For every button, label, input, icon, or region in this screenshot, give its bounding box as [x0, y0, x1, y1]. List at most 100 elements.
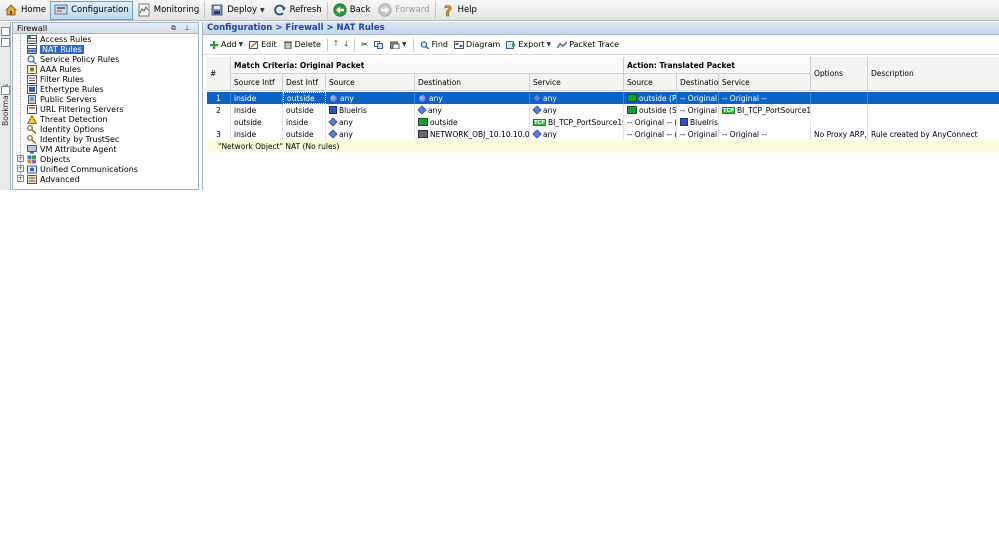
home-icon: [4, 3, 18, 17]
packet-trace-button[interactable]: Packet Trace: [555, 40, 621, 49]
col-dest-intf-header[interactable]: Dest Intf: [283, 74, 326, 91]
refresh-button[interactable]: Refresh: [269, 1, 326, 20]
deploy-button[interactable]: Deploy ▼: [206, 1, 268, 20]
cell-description: [868, 104, 999, 116]
arrow-down-icon: 🡓: [344, 38, 349, 48]
any-object-icon: [417, 105, 427, 115]
col-service-header[interactable]: Service: [530, 74, 624, 91]
objects-icon: [27, 155, 37, 164]
service-any-icon: [532, 93, 542, 103]
home-button[interactable]: Home: [0, 1, 50, 20]
tree-item-service-policy-rules[interactable]: Service Policy Rules: [27, 54, 119, 64]
col-source-intf-header[interactable]: Source Intf: [231, 74, 283, 91]
move-down-button[interactable]: 🡓: [342, 38, 350, 52]
table-row[interactable]: 3 inside outside any NETWORK_OBJ_10.10.1…: [207, 128, 999, 140]
edit-button[interactable]: Edit: [247, 40, 279, 49]
aaa-rules-icon: [27, 64, 37, 74]
tree-item-nat-rules[interactable]: NAT Rules: [27, 44, 84, 54]
cell-number: 1: [207, 92, 231, 104]
host-object-icon: [329, 106, 337, 114]
restore-icon[interactable]: ⧉: [171, 24, 176, 33]
deploy-label: Deploy: [227, 5, 257, 15]
cell-dest-intf: outside: [283, 92, 326, 104]
chevron-down-icon[interactable]: ▼: [547, 41, 552, 48]
col-description-header[interactable]: Description: [868, 57, 999, 91]
bookmark-add-icon[interactable]: [1, 38, 10, 47]
forward-button[interactable]: Forward: [374, 1, 433, 20]
tree-item-ethertype-rules[interactable]: Ethertype Rules: [27, 84, 103, 94]
col-number-header[interactable]: #: [207, 57, 231, 91]
bookmark-panel-icon[interactable]: [1, 86, 10, 95]
tree-item-url-filtering-servers[interactable]: URL Filtering Servers: [27, 104, 124, 114]
add-button[interactable]: Add ▼: [207, 40, 245, 49]
tree-item-advanced[interactable]: Advanced: [27, 174, 80, 184]
cut-button[interactable]: ✂: [359, 40, 370, 49]
expand-unified-comm-toggle[interactable]: +: [17, 165, 24, 172]
paste-button[interactable]: ▼: [388, 41, 409, 49]
tree-item-vm-attribute-agent[interactable]: VM Attribute Agent: [27, 144, 116, 154]
table-row[interactable]: outside inside any outside TCP BI_TCP_Por…: [207, 116, 999, 128]
monitoring-button[interactable]: Monitoring: [133, 1, 203, 20]
col-translated-source-header[interactable]: Source: [624, 74, 677, 91]
chevron-down-icon[interactable]: ▼: [402, 41, 407, 48]
tree-item-threat-detection[interactable]: Threat Detection: [26, 114, 107, 124]
tree-item-aaa-rules[interactable]: AAA Rules: [27, 64, 81, 74]
tree-item-unified-communications[interactable]: Unified Communications: [27, 164, 138, 174]
table-row[interactable]: 1 inside outside any any any outside (P)…: [207, 92, 999, 104]
pin-icon[interactable]: ⊥: [184, 24, 190, 32]
back-label: Back: [349, 5, 371, 15]
refresh-icon: [273, 3, 287, 17]
bookmarks-strip: Bookmarks: [0, 22, 11, 190]
deploy-icon: [210, 3, 224, 17]
rules-table-icon: [27, 34, 37, 44]
cell-description: Rule created by AnyConnect: [868, 128, 999, 140]
tree-item-identity-options[interactable]: Identity Options: [27, 124, 104, 134]
col-destination-header[interactable]: Destination: [415, 74, 530, 91]
export-button[interactable]: Export ▼: [504, 40, 553, 49]
refresh-label: Refresh: [289, 5, 322, 15]
chevron-down-icon[interactable]: ▼: [260, 7, 265, 14]
chevron-down-icon[interactable]: ▼: [239, 41, 244, 48]
col-source-header[interactable]: Source: [326, 74, 415, 91]
tree-item-identity-trustsec[interactable]: Identity by TrustSec: [27, 134, 119, 144]
toolbar-separator: [412, 38, 414, 51]
forward-label: Forward: [395, 5, 430, 15]
server-icon: [27, 94, 37, 104]
network-object-nat-group-row[interactable]: "Network Object" NAT (No rules): [207, 140, 999, 152]
toolbar-separator: [354, 38, 356, 51]
tcp-service-icon: TCP: [722, 106, 735, 114]
cell-translated-destination: BlueIris: [677, 116, 719, 128]
move-up-button[interactable]: 🡑: [332, 38, 340, 52]
scissors-icon: ✂: [361, 40, 368, 49]
col-options-header[interactable]: Options: [811, 57, 868, 91]
find-button[interactable]: Find: [418, 40, 450, 50]
paste-icon: [389, 41, 400, 49]
cell-translated-service: [719, 116, 811, 128]
configuration-button[interactable]: Configuration: [50, 0, 133, 20]
monitoring-icon: [137, 3, 151, 17]
help-button[interactable]: ? Help: [437, 1, 481, 21]
tree-item-access-rules[interactable]: Access Rules: [27, 34, 92, 44]
cell-translated-source: outside (S): [624, 104, 677, 116]
diagram-button[interactable]: Diagram: [452, 40, 502, 49]
copy-button[interactable]: [372, 40, 386, 49]
table-row[interactable]: 2 inside outside BlueIris any any outsid…: [207, 104, 999, 116]
expand-objects-toggle[interactable]: +: [17, 155, 24, 162]
tree-item-objects[interactable]: Objects: [27, 154, 70, 164]
panel-title: Firewall: [17, 23, 48, 33]
back-button[interactable]: Back: [329, 1, 375, 20]
tree-item-public-servers[interactable]: Public Servers: [27, 94, 97, 104]
tree-item-filter-rules[interactable]: Filter Rules: [27, 74, 84, 84]
cell-translated-source: -- Original -- (S): [624, 116, 677, 128]
cell-destination: any: [415, 92, 530, 104]
cell-dest-intf: inside: [283, 116, 326, 128]
trustsec-icon: [27, 134, 37, 144]
expand-advanced-toggle[interactable]: +: [17, 175, 24, 182]
bookmark-list-icon[interactable]: [1, 27, 10, 36]
col-translated-service-header[interactable]: Service: [719, 74, 811, 91]
diagram-icon: [453, 40, 464, 49]
interface-network-icon: [627, 94, 637, 102]
delete-button[interactable]: Delete: [281, 40, 323, 49]
host-object-icon: [680, 118, 688, 126]
col-translated-destination-header[interactable]: Destination: [677, 74, 723, 91]
